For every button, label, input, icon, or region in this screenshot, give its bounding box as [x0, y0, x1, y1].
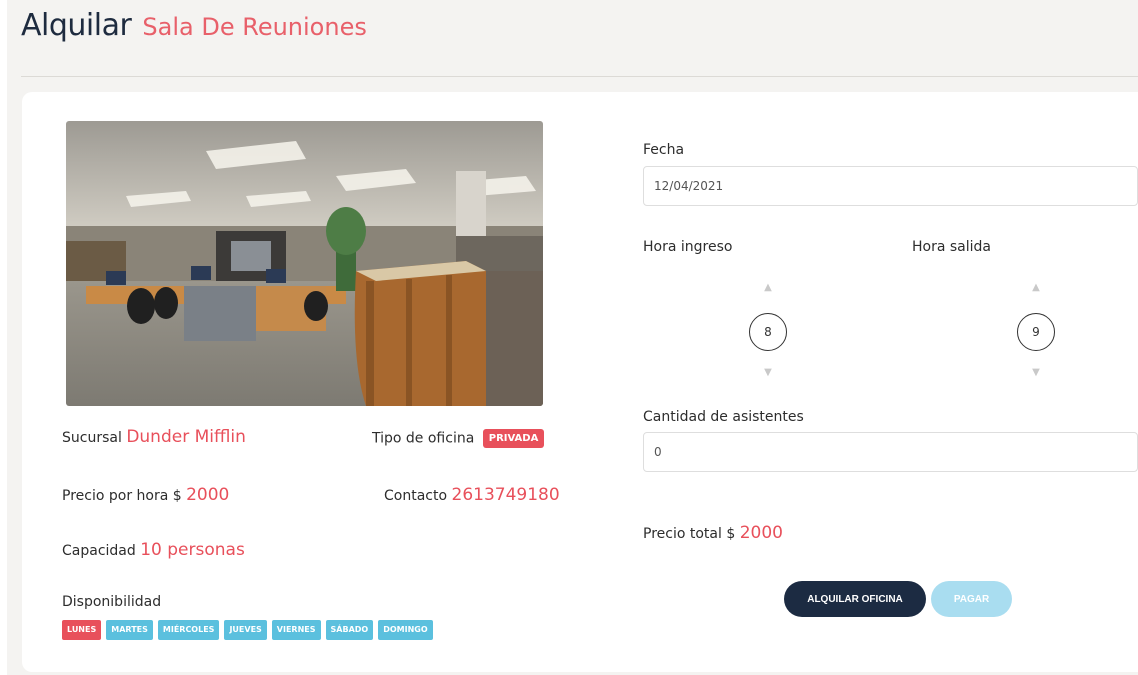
hora-salida-up-icon[interactable]: ▲ [1016, 282, 1056, 294]
fecha-label: Fecha [643, 142, 685, 158]
day-badge-miercoles: MIÉRCOLES [157, 620, 220, 640]
asistentes-input[interactable]: 0 [643, 432, 1138, 472]
page-title-subtitle: Sala De Reuniones [142, 13, 367, 41]
contacto-value: 2613749180 [451, 485, 560, 505]
asistentes-value: 0 [654, 445, 662, 459]
pagar-button[interactable]: PAGAR [931, 581, 1012, 617]
tipo-oficina-badge: PRIVADA [482, 429, 545, 448]
capacidad-row: Capacidad 10 personas [62, 540, 245, 560]
day-badge-martes: MARTES [106, 620, 153, 640]
hora-salida-value[interactable]: 9 [1017, 313, 1055, 351]
tipo-oficina-label: Tipo de oficina [372, 430, 475, 447]
page-title: Alquilar Sala De Reuniones [21, 8, 367, 43]
day-badge-viernes: VIERNES [271, 620, 321, 640]
sucursal-row: Sucursal Dunder Mifflin [62, 427, 246, 447]
precio-label: Precio por hora $ [62, 488, 182, 504]
day-badge-lunes: LUNES [62, 620, 102, 640]
alquilar-oficina-button[interactable]: ALQUILAR OFICINA [784, 581, 926, 617]
capacidad-value: 10 personas [140, 540, 245, 560]
disponibilidad-days: LUNES MARTES MIÉRCOLES JUEVES VIERNES SÁ… [62, 620, 433, 640]
day-badge-jueves: JUEVES [224, 620, 267, 640]
office-photo [66, 121, 543, 406]
sucursal-value: Dunder Mifflin [126, 427, 246, 447]
precio-row: Precio por hora $ 2000 [62, 485, 229, 505]
fecha-input[interactable]: 12/04/2021 [643, 166, 1138, 206]
day-badge-sabado: SÁBADO [325, 620, 374, 640]
page-title-main: Alquilar [21, 8, 132, 43]
tipo-oficina-row: Tipo de oficina PRIVADA [372, 429, 545, 448]
precio-value: 2000 [186, 485, 230, 505]
asistentes-label: Cantidad de asistentes [643, 409, 804, 425]
hora-ingreso-label: Hora ingreso [643, 239, 733, 255]
hora-salida-down-icon[interactable]: ▼ [1016, 367, 1056, 379]
precio-total-row: Precio total $ 2000 [643, 523, 783, 543]
contacto-row: Contacto 2613749180 [384, 485, 560, 505]
contacto-label: Contacto [384, 488, 448, 504]
header-divider [21, 76, 1138, 77]
hora-ingreso-up-icon[interactable]: ▲ [748, 282, 788, 294]
hora-ingreso-value[interactable]: 8 [749, 313, 787, 351]
hora-ingreso-spinner: ▲ 8 ▼ [748, 282, 788, 379]
hora-salida-label: Hora salida [912, 239, 991, 255]
precio-total-label: Precio total $ [643, 526, 736, 542]
capacidad-label: Capacidad [62, 543, 136, 559]
hora-salida-spinner: ▲ 9 ▼ [1016, 282, 1056, 379]
sucursal-label: Sucursal [62, 430, 122, 446]
hora-ingreso-down-icon[interactable]: ▼ [748, 367, 788, 379]
disponibilidad-label: Disponibilidad [62, 594, 162, 610]
precio-total-value: 2000 [739, 523, 783, 543]
day-badge-domingo: DOMINGO [378, 620, 433, 640]
fecha-value: 12/04/2021 [654, 179, 724, 193]
